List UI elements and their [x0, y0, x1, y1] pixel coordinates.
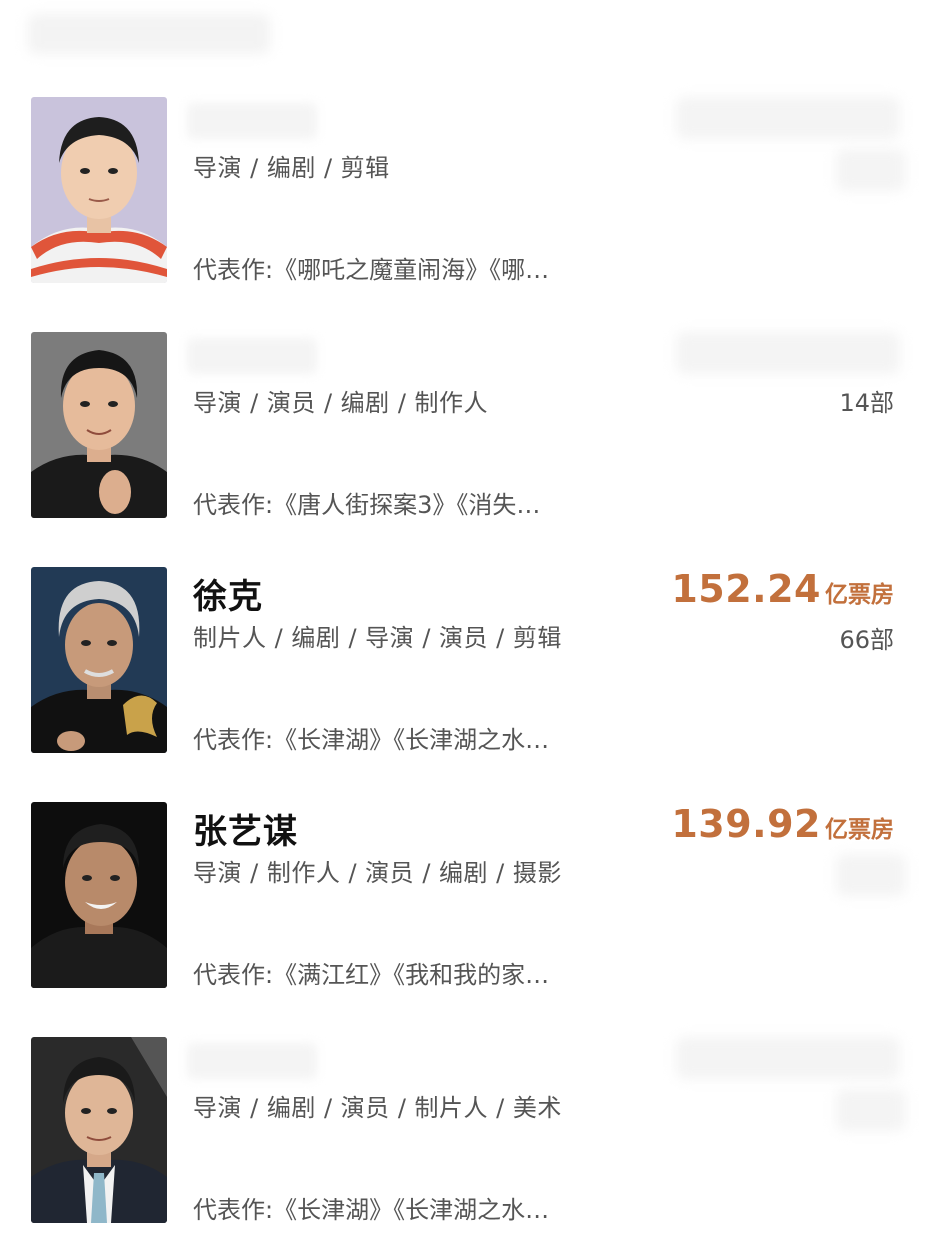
blurred-box-office: [676, 332, 900, 374]
blurred-name: [187, 1043, 317, 1079]
box-office-value: 152.24: [671, 567, 821, 611]
avatar: [31, 97, 167, 283]
blurred-film-count: [836, 149, 906, 191]
person-row[interactable]: 导演 / 编剧 / 演员 / 制片人 / 美术 代表作:《长津湖》《长津湖之水…: [0, 1037, 928, 1224]
blurred-box-office: [676, 97, 900, 139]
portrait-image: [31, 802, 167, 988]
representative-works: 代表作:《唐人街探案3》《消失…: [193, 491, 541, 519]
box-office-unit: 亿票房: [825, 817, 894, 843]
person-roles: 导演 / 编剧 / 演员 / 制片人 / 美术: [193, 1094, 562, 1122]
person-row[interactable]: 导演 / 编剧 / 剪辑 代表作:《哪吒之魔童闹海》《哪…: [0, 97, 928, 284]
box-office: 152.24 亿票房: [671, 567, 894, 611]
person-row[interactable]: 导演 / 演员 / 编剧 / 制作人 代表作:《唐人街探案3》《消失… 14部: [0, 332, 928, 519]
blurred-header: [28, 14, 270, 54]
box-office-value: 139.92: [671, 802, 821, 846]
portrait-image: [31, 332, 167, 518]
avatar: [31, 332, 167, 518]
person-row[interactable]: 徐克 制片人 / 编剧 / 导演 / 演员 / 剪辑 代表作:《长津湖》《长津湖…: [0, 567, 928, 754]
filmmaker-list-page: 导演 / 编剧 / 剪辑 代表作:《哪吒之魔童闹海》《哪… 导演 / 演员 / …: [0, 0, 928, 1251]
representative-works: 代表作:《长津湖》《长津湖之水…: [193, 726, 550, 754]
blurred-film-count: [836, 1089, 906, 1131]
box-office: 139.92 亿票房: [671, 802, 894, 846]
person-roles: 制片人 / 编剧 / 导演 / 演员 / 剪辑: [193, 624, 562, 652]
avatar: [31, 802, 167, 988]
person-roles: 导演 / 制作人 / 演员 / 编剧 / 摄影: [193, 859, 562, 887]
blurred-name: [187, 103, 317, 139]
person-name: 徐克: [193, 577, 263, 617]
avatar: [31, 1037, 167, 1223]
representative-works: 代表作:《长津湖》《长津湖之水…: [193, 1196, 550, 1224]
portrait-image: [31, 1037, 167, 1223]
representative-works: 代表作:《满江红》《我和我的家…: [193, 961, 550, 989]
person-roles: 导演 / 编剧 / 剪辑: [193, 154, 390, 182]
person-name: 张艺谋: [193, 812, 298, 852]
box-office-unit: 亿票房: [825, 582, 894, 608]
person-row[interactable]: 张艺谋 导演 / 制作人 / 演员 / 编剧 / 摄影 代表作:《满江红》《我和…: [0, 802, 928, 989]
blurred-box-office: [676, 1037, 900, 1079]
blurred-film-count: [836, 854, 906, 896]
film-count: 66部: [839, 626, 894, 654]
film-count: 14部: [839, 389, 894, 417]
portrait-image: [31, 567, 167, 753]
avatar: [31, 567, 167, 753]
portrait-image: [31, 97, 167, 283]
person-roles: 导演 / 演员 / 编剧 / 制作人: [193, 389, 489, 417]
representative-works: 代表作:《哪吒之魔童闹海》《哪…: [193, 256, 550, 284]
blurred-name: [187, 338, 317, 374]
